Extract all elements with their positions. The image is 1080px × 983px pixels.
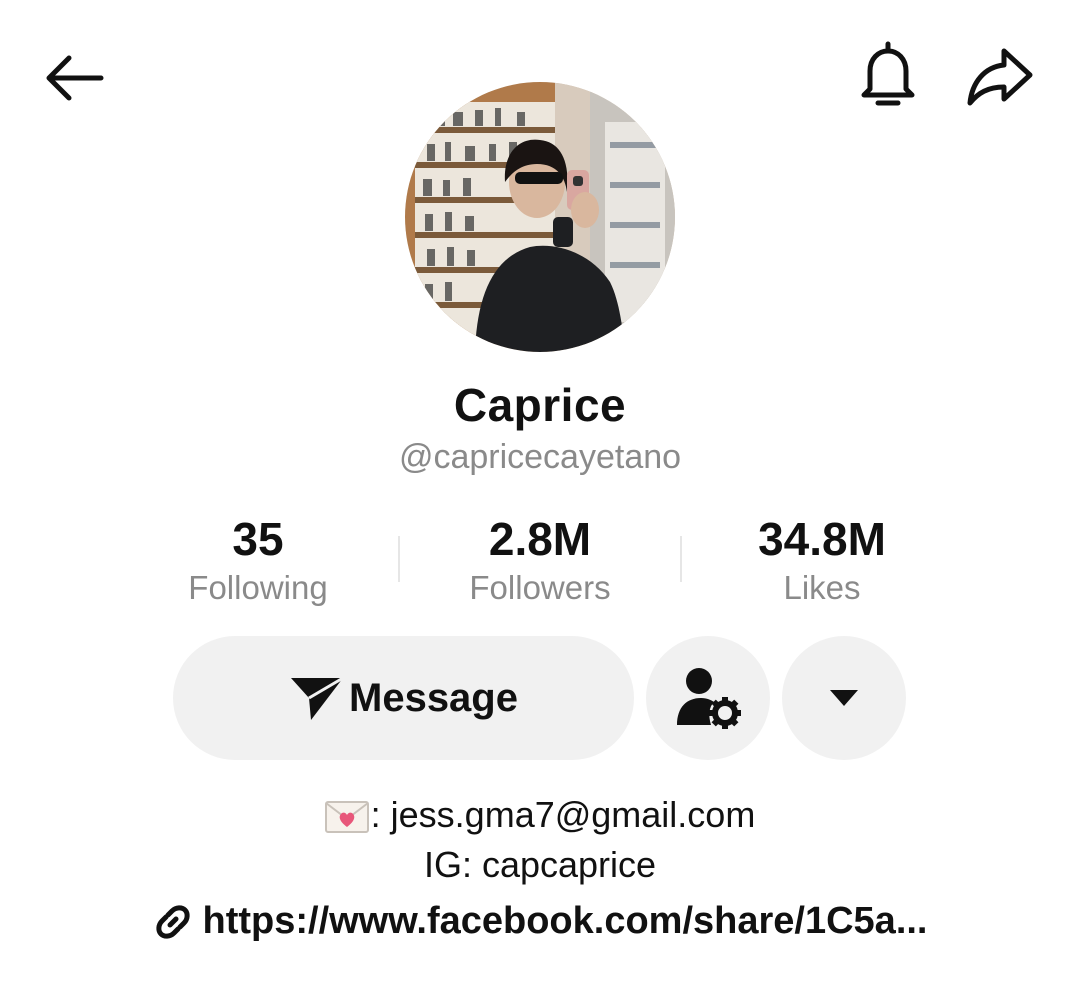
likes-count: 34.8M <box>758 513 886 565</box>
more-options-button[interactable] <box>782 636 906 760</box>
followers-count: 2.8M <box>488 513 592 565</box>
stat-following[interactable]: 35 Following <box>128 512 388 610</box>
avatar-photo <box>405 82 675 352</box>
message-button[interactable]: Message <box>173 636 634 760</box>
bell-icon <box>861 41 915 106</box>
send-icon <box>291 676 344 720</box>
back-button[interactable] <box>36 40 112 116</box>
bio-email-text: : jess.gma7@gmail.com <box>370 794 756 835</box>
link-icon <box>156 904 191 939</box>
love-letter-icon <box>324 801 369 834</box>
bio-link-text: https://www.facebook.com/share/1C5a... <box>202 900 928 942</box>
following-label: Following <box>188 569 328 606</box>
message-label: Message <box>349 675 518 720</box>
bio-ig-line: IG: capcaprice <box>423 844 657 885</box>
user-settings-icon <box>677 668 741 729</box>
share-arrow-icon <box>967 48 1033 106</box>
arrow-left-icon <box>46 55 104 101</box>
stat-likes[interactable]: 34.8M Likes <box>692 512 952 610</box>
share-button[interactable] <box>960 36 1040 116</box>
display-name: Caprice <box>453 379 627 431</box>
username: @capricecayetano <box>398 438 682 476</box>
profile-avatar[interactable] <box>405 82 675 352</box>
followers-label: Followers <box>469 569 611 606</box>
bio-link[interactable]: https://www.facebook.com/share/1C5a... <box>0 900 1080 943</box>
stat-divider <box>680 536 682 582</box>
caret-down-icon <box>830 690 858 706</box>
following-count: 35 <box>232 513 284 565</box>
stat-divider <box>398 536 400 582</box>
notifications-button[interactable] <box>850 36 926 116</box>
likes-label: Likes <box>783 569 861 606</box>
user-settings-button[interactable] <box>646 636 770 760</box>
bio-email-line: : jess.gma7@gmail.com <box>0 794 1080 836</box>
stat-followers[interactable]: 2.8M Followers <box>410 512 670 610</box>
